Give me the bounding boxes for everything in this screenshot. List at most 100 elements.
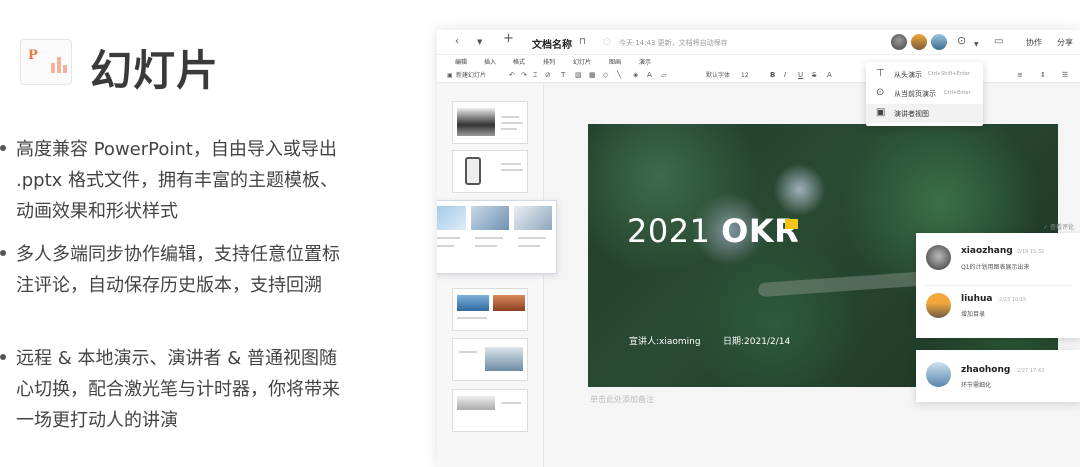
shape-icon[interactable]: ◇ <box>603 71 608 80</box>
fill-color-icon[interactable]: ◈ <box>633 71 638 80</box>
avatar <box>926 245 951 270</box>
slide-title[interactable]: 2021 OKR <box>627 212 799 250</box>
format-painter-icon[interactable]: ⌶ <box>533 71 537 80</box>
play-circle-icon: ⊙ <box>876 87 885 98</box>
thumbnail-image <box>457 108 495 136</box>
avatar[interactable] <box>930 33 948 51</box>
menu-insert[interactable]: 插入 <box>484 57 496 66</box>
bold-icon[interactable]: B <box>770 71 775 80</box>
slide-thumbnail[interactable] <box>452 150 528 193</box>
line-icon[interactable]: ╲ <box>617 71 621 80</box>
image-icon[interactable]: ▨ <box>575 71 582 80</box>
thumbnail-image <box>465 157 481 185</box>
saved-check-icon: ◌ <box>603 37 611 47</box>
slide-thumbnail[interactable] <box>452 338 528 381</box>
slide-date[interactable]: 日期:2021/2/14 <box>723 334 790 347</box>
thumbnail-line <box>437 237 460 239</box>
slide-thumbnail[interactable] <box>452 389 528 432</box>
border-icon[interactable]: ▱ <box>661 71 666 80</box>
bullet-icon <box>0 145 6 151</box>
align-icon[interactable]: ≡ <box>1017 71 1023 80</box>
thumbnail-image <box>437 206 466 230</box>
menu-item-label: 从当前页演示 <box>894 90 936 98</box>
strikethrough-icon[interactable]: S <box>812 71 816 80</box>
slide-thumbnail-selected[interactable] <box>437 200 557 274</box>
thumbnail-line <box>457 317 487 319</box>
slide-thumbnail-panel[interactable] <box>437 83 557 467</box>
italic-icon[interactable]: I <box>784 71 786 80</box>
font-size-select[interactable]: 12 <box>741 71 749 80</box>
table-icon[interactable]: ▦ <box>589 71 596 80</box>
comment-time: 2/27 17:43 <box>1017 368 1045 374</box>
avatar[interactable] <box>910 33 928 51</box>
presenter-view-item[interactable]: ▣ 演讲者视图 <box>866 104 983 123</box>
play-circle-icon[interactable]: ⊙ <box>957 35 966 47</box>
feature-text: 多人多端同步协作编辑，支持任意位置标注评论，自动保存历史版本，支持回溯 <box>16 244 340 296</box>
add-icon[interactable]: + <box>503 32 514 45</box>
thumbnail-line <box>501 402 521 404</box>
comment-card[interactable]: xiaozhang 2/19 15:32 Q1的计划用图表展示出来 liuhua… <box>916 233 1080 338</box>
thumbnail-line <box>501 116 519 118</box>
document-name[interactable]: 文档名称 <box>532 36 572 51</box>
app-icon-bar <box>51 63 55 73</box>
speaker-notes-placeholder[interactable]: 单击此处添加备注 <box>590 394 654 405</box>
menu-bar: 编辑 插入 格式 排列 幻灯片 图画 演示 <box>437 55 1080 69</box>
comment-author: zhaohong <box>961 365 1011 375</box>
avatar <box>926 293 951 318</box>
page-title: 幻灯片 <box>90 46 220 95</box>
slide-title-main: OKR <box>721 212 800 250</box>
font-family-select[interactable]: 默认字体 <box>706 71 730 80</box>
slide-presenter[interactable]: 宣讲人:xiaoming <box>629 334 701 347</box>
comment-marker-icon[interactable] <box>785 219 798 229</box>
feature-text: 远程 & 本地演示、演讲者 & 普通视图随心切换，配合激光笔与计时器，你将带来一… <box>16 348 340 431</box>
play-from-current-item[interactable]: ⊙ 从当前页演示 Ctrl+Enter <box>866 84 983 103</box>
thumbnail-image <box>457 295 489 311</box>
avatar <box>926 362 951 387</box>
chevron-down-icon[interactable]: ▼ <box>477 36 482 48</box>
thumbnail-line <box>501 163 521 165</box>
comment-time: 2/23 10:15 <box>999 297 1027 303</box>
thumbnail-line <box>437 245 454 247</box>
collab-button[interactable]: 协作 <box>1026 37 1042 48</box>
clear-format-icon[interactable]: ⊘ <box>545 71 551 80</box>
menu-present[interactable]: 演示 <box>639 57 651 66</box>
avatar[interactable] <box>890 33 908 51</box>
bullet-icon <box>0 250 6 256</box>
menu-item-shortcut: Ctrl+Enter <box>944 90 971 96</box>
back-icon[interactable]: ‹ <box>455 36 459 48</box>
presenter-view-icon: ▣ <box>876 107 886 118</box>
thumbnail-line <box>501 122 523 124</box>
menu-edit[interactable]: 编辑 <box>455 57 467 66</box>
play-from-start-item[interactable]: ⊤ 从头演示 Ctrl+Shift+Enter <box>866 65 983 84</box>
underline-icon[interactable]: U <box>798 71 803 80</box>
comment-time: 2/19 15:32 <box>1017 249 1045 255</box>
menu-slides[interactable]: 幻灯片 <box>573 57 591 66</box>
comment-card[interactable]: zhaohong 2/27 17:43 环节需细化 <box>916 350 1080 402</box>
line-spacing-icon[interactable]: ↕ <box>1040 71 1046 80</box>
save-status: 今天 14:43 更新，文档将自动保存 <box>619 39 728 47</box>
thumbnail-line <box>459 351 477 353</box>
new-slide-icon[interactable]: ▣ <box>447 71 453 80</box>
list-icon[interactable]: ☰ <box>1062 71 1068 80</box>
new-slide-button[interactable]: 新建幻灯片 <box>456 71 486 80</box>
slide-thumbnail[interactable] <box>452 101 528 144</box>
redo-icon[interactable]: ↷ <box>521 71 527 80</box>
app-icon-letter: P <box>28 48 38 63</box>
thumbnail-line <box>501 128 517 130</box>
menu-item-label: 演讲者视图 <box>894 110 929 118</box>
bookmark-icon[interactable]: ⊓ <box>579 36 586 48</box>
text-color-icon[interactable]: A <box>647 71 652 80</box>
chevron-down-icon[interactable]: ▼ <box>974 39 979 51</box>
present-icon[interactable]: ▭ <box>994 36 1003 48</box>
textbox-icon[interactable]: T <box>561 71 565 80</box>
undo-icon[interactable]: ↶ <box>509 71 515 80</box>
comment-author: liuhua <box>961 294 993 304</box>
comment-text: 环节需细化 <box>961 382 992 389</box>
bullet-icon <box>0 354 6 360</box>
menu-drawing[interactable]: 图画 <box>609 57 621 66</box>
font-color-icon[interactable]: A <box>827 71 832 80</box>
menu-arrange[interactable]: 排列 <box>543 57 555 66</box>
slide-thumbnail[interactable] <box>452 288 528 331</box>
share-button[interactable]: 分享 <box>1057 37 1073 48</box>
menu-format[interactable]: 格式 <box>513 57 525 66</box>
